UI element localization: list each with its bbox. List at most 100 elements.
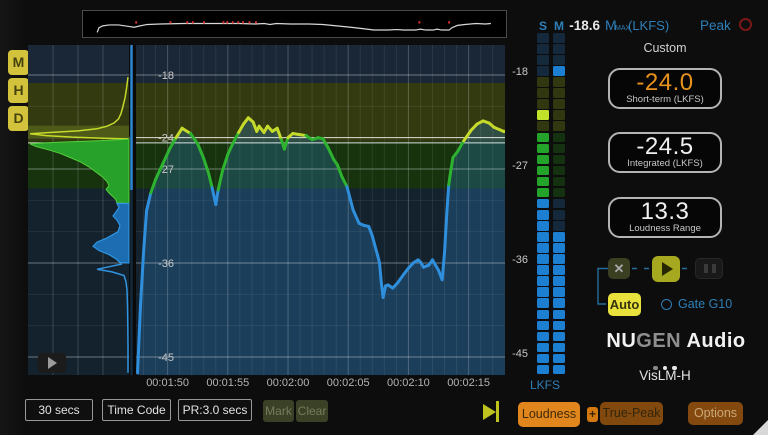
meter-segment <box>553 177 565 187</box>
meter-scale-label: -18 <box>502 66 528 78</box>
window-length-button[interactable]: 30 secs <box>25 399 93 421</box>
logo-audio: Audio <box>681 330 745 352</box>
tab-true-peak[interactable]: True-Peak <box>600 402 663 425</box>
meter-segment <box>553 243 565 253</box>
short-term-label: Short-term (LKFS) <box>610 94 720 105</box>
logo-nu: NU <box>606 330 636 352</box>
play-icon <box>48 357 57 369</box>
meter-segment <box>537 265 549 275</box>
tab-loudness[interactable]: Loudness <box>518 402 580 427</box>
svg-text:-36: -36 <box>158 258 174 270</box>
meter-segment <box>553 221 565 231</box>
meter-segment <box>537 210 549 220</box>
meter-segment <box>553 55 565 65</box>
meter-segment <box>553 44 565 54</box>
mmax-units: (LKFS) <box>628 18 669 33</box>
meter-segment <box>553 265 565 275</box>
meter-segment <box>553 276 565 286</box>
meter-segment <box>553 133 565 143</box>
meter-segment <box>537 66 549 76</box>
skip-to-end-button[interactable] <box>483 401 501 423</box>
resize-grip[interactable] <box>753 420 768 435</box>
meter-segment <box>537 188 549 198</box>
short-term-readout[interactable]: -24.0 Short-term (LKFS) <box>608 68 722 109</box>
meter-segment <box>537 33 549 43</box>
clear-button[interactable]: Clear <box>296 400 328 422</box>
product-name: VisLM-H <box>608 368 722 383</box>
meter-segment <box>553 121 565 131</box>
meter-segment <box>537 232 549 242</box>
meter-segment <box>537 99 549 109</box>
meter-segment <box>553 77 565 87</box>
play-button[interactable] <box>652 256 680 282</box>
meter-segment <box>553 88 565 98</box>
pause-button[interactable] <box>695 258 723 279</box>
play-icon <box>662 262 673 276</box>
auto-button[interactable]: Auto <box>608 293 641 316</box>
integrated-value: -24.5 <box>610 135 720 159</box>
meter-segment <box>537 365 549 375</box>
time-tick-label: 00:01:50 <box>137 377 199 389</box>
meter-segment <box>553 310 565 320</box>
pause-icon <box>704 264 708 273</box>
meter-segment <box>553 354 565 364</box>
meter-segment <box>553 287 565 297</box>
meter-segment <box>553 254 565 264</box>
time-tick-label: 00:02:10 <box>377 377 439 389</box>
meter-segment <box>537 298 549 308</box>
meter-segment <box>537 77 549 87</box>
meter-segment <box>537 144 549 154</box>
meter-segment <box>537 221 549 231</box>
loudness-history-chart[interactable]: -18-24-27-36-45 <box>28 45 505 375</box>
meter-segment <box>553 365 565 375</box>
peak-indicator-lamp[interactable] <box>739 18 752 31</box>
peak-label: Peak <box>700 18 731 33</box>
meter-segment <box>553 144 565 154</box>
meter-segment <box>537 55 549 65</box>
gate-label: Gate G10 <box>678 297 732 311</box>
meter-segment <box>537 166 549 176</box>
meter-segment <box>553 321 565 331</box>
skip-to-end-icon <box>483 404 496 420</box>
meter-segment <box>553 332 565 342</box>
meter-segment <box>553 298 565 308</box>
preset-name[interactable]: Custom <box>608 41 722 55</box>
svg-text:-18: -18 <box>158 70 174 82</box>
meter-segment <box>537 177 549 187</box>
overview-timeline[interactable] <box>82 10 507 38</box>
pause-icon <box>712 264 716 273</box>
tab-distribution[interactable]: D <box>8 106 29 131</box>
meter-segment <box>537 88 549 98</box>
gate-radio[interactable] <box>661 299 672 310</box>
meter-segment <box>537 287 549 297</box>
reset-button[interactable]: ✕ <box>608 258 630 279</box>
pr-window-button[interactable]: PR:3.0 secs <box>178 399 252 421</box>
meter-segment <box>553 188 565 198</box>
mark-button[interactable]: Mark <box>263 400 294 422</box>
loudness-range-value: 13.3 <box>610 200 720 224</box>
meter-segment <box>537 133 549 143</box>
meter-segment <box>537 155 549 165</box>
mmax-value: -18.6 <box>556 18 600 33</box>
meter-segment <box>537 321 549 331</box>
history-play-button[interactable] <box>38 353 66 373</box>
skip-to-end-icon <box>496 401 499 422</box>
meter-segment <box>553 33 565 43</box>
meter-segment <box>537 254 549 264</box>
meter-segment <box>537 121 549 131</box>
time-tick-label: 00:02:15 <box>438 377 500 389</box>
logo-gen: GEN <box>636 330 681 352</box>
meter-segment <box>537 243 549 253</box>
time-code-button[interactable]: Time Code <box>102 399 171 421</box>
time-tick-label: 00:02:05 <box>317 377 379 389</box>
loudness-range-readout[interactable]: 13.3 Loudness Range <box>608 197 722 238</box>
tab-momentary[interactable]: M <box>8 50 29 75</box>
integrated-readout[interactable]: -24.5 Integrated (LKFS) <box>608 132 722 173</box>
tab-options[interactable]: Options <box>688 402 743 425</box>
nugen-logo: NUGEN Audio <box>600 330 752 353</box>
tab-histogram[interactable]: H <box>8 78 29 103</box>
meter-s-header[interactable]: S <box>537 19 549 33</box>
meter-segment <box>553 210 565 220</box>
add-tab-button[interactable]: + <box>587 407 598 422</box>
meter-segment <box>553 199 565 209</box>
